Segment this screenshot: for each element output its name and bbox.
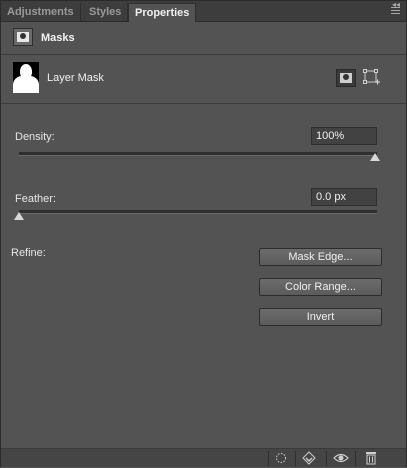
load-selection-icon[interactable] xyxy=(273,451,289,465)
feather-slider-thumb[interactable] xyxy=(14,212,24,220)
layer-mask-label: Layer Mask xyxy=(47,72,104,84)
mask-icon xyxy=(13,28,33,46)
tab-bar: Adjustments Styles Properties ◂◂ xyxy=(1,0,406,22)
apply-mask-icon[interactable] xyxy=(301,451,317,465)
page-title: Masks xyxy=(41,32,75,44)
density-slider-thumb[interactable] xyxy=(370,153,380,161)
density-input[interactable]: 100% xyxy=(311,127,377,145)
layer-mask-thumbnail xyxy=(13,62,39,93)
feather-label: Feather: xyxy=(15,193,56,205)
pixel-mask-button[interactable] xyxy=(336,69,356,87)
density-slider[interactable] xyxy=(19,152,377,156)
tab-styles[interactable]: Styles xyxy=(83,3,129,21)
feather-input[interactable]: 0.0 px xyxy=(311,188,377,206)
properties-panel: Adjustments Styles Properties ◂◂ Masks L… xyxy=(0,0,407,467)
panel-menu-icon[interactable] xyxy=(388,5,402,16)
tab-adjustments[interactable]: Adjustments xyxy=(1,3,81,21)
refine-label: Refine: xyxy=(11,247,46,259)
trash-icon[interactable] xyxy=(363,451,379,465)
density-label: Density: xyxy=(15,131,55,143)
tab-properties[interactable]: Properties xyxy=(128,3,197,22)
mask-edge-button[interactable]: Mask Edge... xyxy=(259,248,382,266)
feather-slider[interactable] xyxy=(19,210,377,214)
panel-footer xyxy=(1,448,406,467)
properties-header: Masks xyxy=(1,22,406,55)
vector-mask-icon[interactable] xyxy=(363,69,381,87)
invert-button[interactable]: Invert xyxy=(259,308,382,326)
visibility-icon[interactable] xyxy=(333,451,349,465)
color-range-button[interactable]: Color Range... xyxy=(259,278,382,296)
layer-mask-row: Layer Mask xyxy=(1,55,406,104)
